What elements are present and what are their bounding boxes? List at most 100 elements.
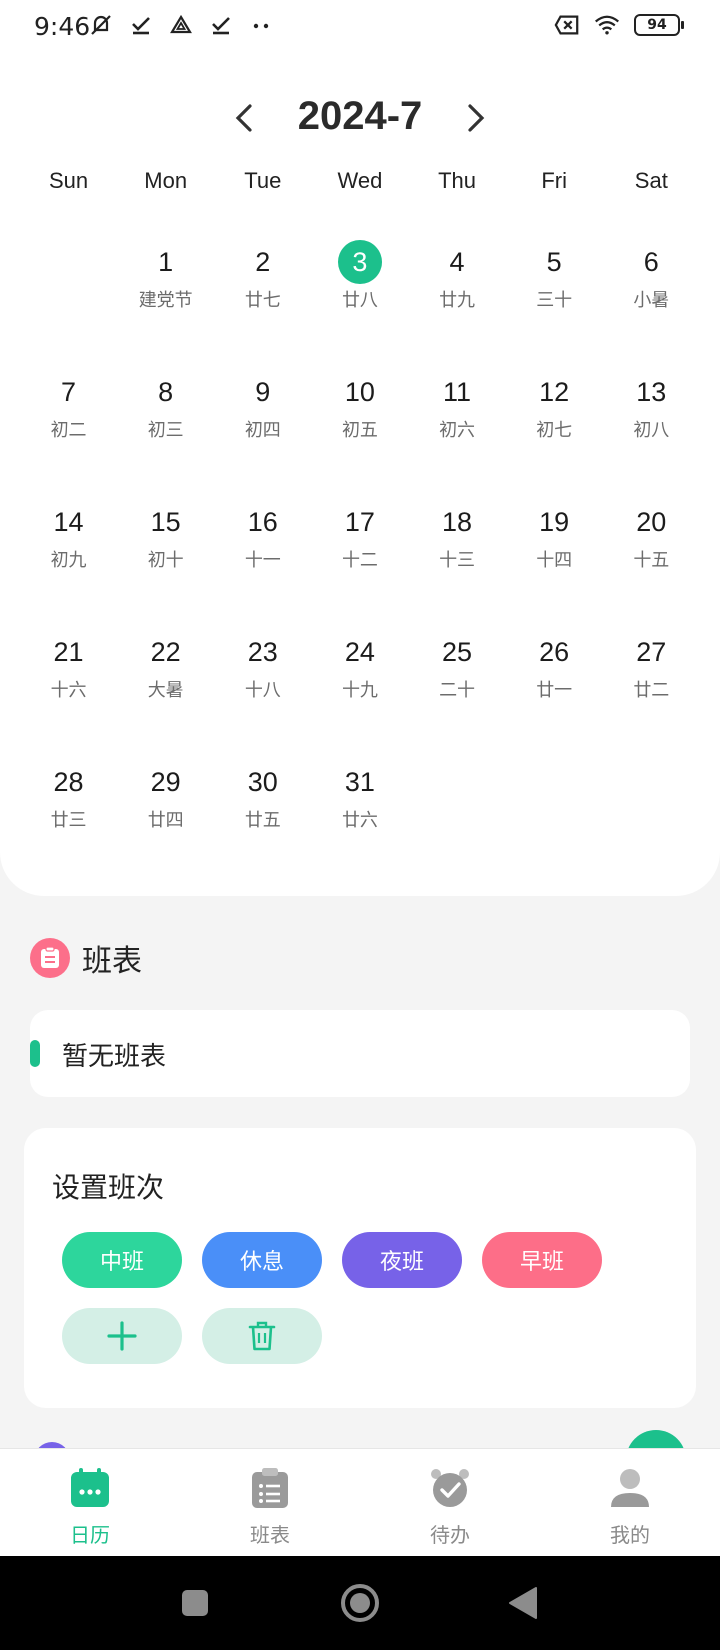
tab-label: 日历 [70, 1523, 110, 1547]
weekday-header: Sun Mon Tue Wed Thu Fri Sat [20, 168, 700, 194]
home-button[interactable] [335, 1578, 385, 1628]
calendar-day[interactable]: 9 初四 [214, 356, 311, 486]
day-number: 18 [442, 506, 473, 537]
weekday-label: Mon [144, 168, 188, 193]
day-number: 30 [247, 766, 278, 797]
calendar-day[interactable]: 29 廿四 [117, 746, 214, 876]
calendar-icon [67, 1465, 113, 1511]
day-number: 31 [344, 766, 375, 797]
day-number: 19 [539, 506, 570, 537]
calendar-day[interactable]: 2 廿七 [214, 226, 311, 356]
day-number: 16 [247, 506, 278, 537]
back-button[interactable] [498, 1578, 548, 1628]
calendar-day[interactable]: 7 初二 [20, 356, 117, 486]
plus-icon [107, 1321, 137, 1351]
calendar-day[interactable]: 21 十六 [20, 616, 117, 746]
lunar-date: 三十 [536, 290, 573, 311]
calendar-day[interactable]: 14 初九 [20, 486, 117, 616]
square-icon [182, 1590, 208, 1616]
system-nav-bar [0, 1556, 720, 1650]
lunar-date: 廿八 [341, 290, 378, 311]
tab-mine[interactable]: 我的 [540, 1449, 720, 1556]
next-month-button[interactable] [454, 96, 498, 140]
schedule-title: 班表 [82, 944, 142, 979]
day-number: 1 [158, 246, 174, 277]
weekday-label: Wed [337, 168, 383, 193]
month-title: 2024-7 [297, 94, 423, 138]
calendar-day[interactable]: 11 初六 [409, 356, 506, 486]
calendar-day[interactable]: 30 廿五 [214, 746, 311, 876]
calendar-day[interactable]: 3 廿八 [311, 226, 408, 356]
day-number: 20 [636, 506, 667, 537]
lunar-date: 初七 [536, 420, 573, 441]
calendar-day[interactable]: 31 廿六 [311, 746, 408, 876]
shift-chip-middle[interactable]: 中班 [62, 1232, 182, 1288]
weekday-label: Sun [48, 168, 89, 193]
calendar-day[interactable]: 13 初八 [603, 356, 700, 486]
calendar-day[interactable]: 15 初十 [117, 486, 214, 616]
back-triangle-icon [509, 1587, 537, 1619]
calendar-day[interactable]: 22 大暑 [117, 616, 214, 746]
home-circle-icon [341, 1584, 379, 1622]
day-number: 13 [636, 376, 667, 407]
day-number: 14 [53, 506, 84, 537]
tab-todo[interactable]: 待办 [360, 1449, 540, 1556]
calendar-day[interactable]: 4 廿九 [409, 226, 506, 356]
recents-button[interactable] [170, 1578, 220, 1628]
delete-shift-button[interactable] [202, 1308, 322, 1364]
lunar-date: 十八 [244, 680, 281, 701]
day-number: 26 [539, 636, 570, 667]
accent-bar [30, 1040, 40, 1067]
calendar-day[interactable]: 1 建党节 [117, 226, 214, 356]
trash-icon [248, 1321, 276, 1351]
tab-label: 待办 [430, 1523, 470, 1547]
weekday-label: Sat [634, 168, 668, 193]
calendar-card: 9:46 94 2024-7 Sun Mon Tue Wed Thu Fri S… [0, 0, 720, 896]
tab-schedule[interactable]: 班表 [180, 1449, 360, 1556]
calendar-day[interactable]: 23 十八 [214, 616, 311, 746]
calendar-day[interactable]: 18 十三 [409, 486, 506, 616]
tab-calendar[interactable]: 日历 [0, 1449, 180, 1556]
calendar-day[interactable]: 24 十九 [311, 616, 408, 746]
lunar-date: 初五 [341, 420, 378, 441]
lunar-date: 廿二 [633, 680, 670, 701]
day-number: 22 [150, 636, 181, 667]
lunar-date: 十六 [50, 680, 87, 701]
lunar-date: 廿六 [341, 810, 378, 831]
day-number: 12 [539, 376, 570, 407]
calendar-day[interactable]: 10 初五 [311, 356, 408, 486]
calendar-day[interactable]: 17 十二 [311, 486, 408, 616]
day-number: 9 [255, 376, 271, 407]
shift-settings-title: 设置班次 [52, 1171, 165, 1204]
calendar-day[interactable]: 12 初七 [506, 356, 603, 486]
lunar-date: 廿一 [536, 680, 573, 701]
shift-chip-rest[interactable]: 休息 [202, 1232, 322, 1288]
shift-chip-morning[interactable]: 早班 [482, 1232, 602, 1288]
calendar-day[interactable]: 6 小暑 [603, 226, 700, 356]
shift-chip-night[interactable]: 夜班 [342, 1232, 462, 1288]
day-number: 25 [442, 636, 473, 667]
calendar-day[interactable]: 25 二十 [409, 616, 506, 746]
calendar-day[interactable]: 5 三十 [506, 226, 603, 356]
calendar-day[interactable]: 20 十五 [603, 486, 700, 616]
calendar-day[interactable]: 8 初三 [117, 356, 214, 486]
user-icon [607, 1465, 653, 1511]
bottom-tab-bar: 日历 班表 待办 我的 [0, 1448, 720, 1556]
calendar-day[interactable]: 19 十四 [506, 486, 603, 616]
add-shift-button[interactable] [62, 1308, 182, 1364]
clipboard-icon [30, 938, 70, 978]
calendar-day[interactable]: 26 廿一 [506, 616, 603, 746]
lunar-date: 初四 [244, 420, 281, 441]
shift-settings-card: 设置班次 中班 休息 夜班 早班 [24, 1128, 696, 1408]
calendar-day[interactable]: 16 十一 [214, 486, 311, 616]
calendar-day[interactable]: 28 廿三 [20, 746, 117, 876]
lunar-date: 廿七 [244, 290, 281, 311]
lunar-date: 初六 [439, 420, 476, 441]
calendar-day[interactable]: 27 廿二 [603, 616, 700, 746]
chevron-right-icon [468, 104, 485, 132]
lunar-date: 十九 [341, 680, 378, 701]
calendar-grid: 1 建党节 2 廿七 3 廿八 4 廿九 5 三十 6 小暑 7 初二 8 初三 9 初四 10 初五 11 初六 12 初七… [20, 226, 700, 876]
lunar-date: 十一 [244, 550, 281, 571]
lunar-date: 初三 [147, 420, 184, 441]
lunar-date: 小暑 [633, 290, 670, 311]
